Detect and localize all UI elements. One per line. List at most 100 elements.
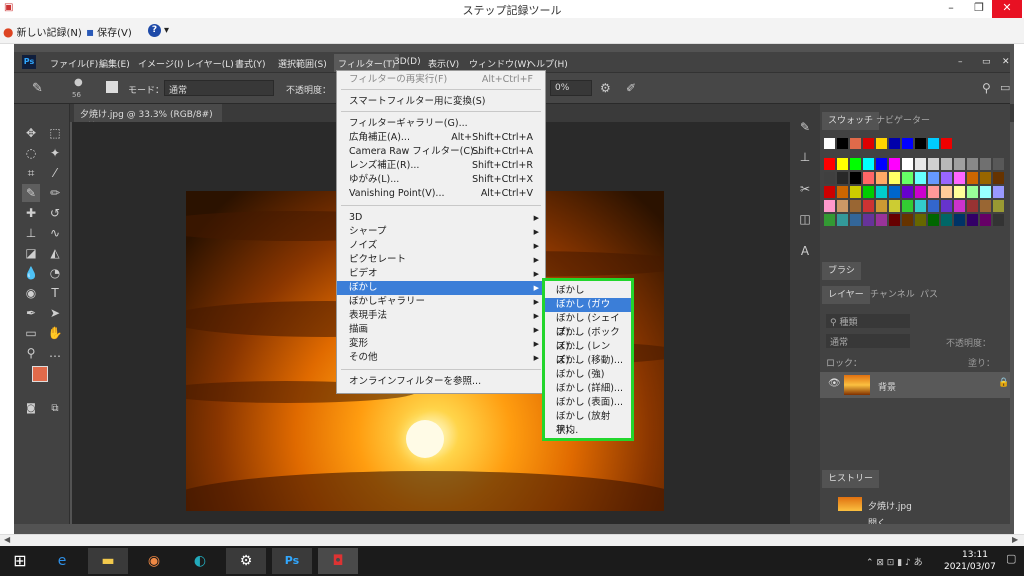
swatch[interactable] [915, 172, 926, 184]
minimize-button[interactable]: – [936, 0, 966, 18]
swatch[interactable] [889, 186, 900, 198]
filter-item-gallery[interactable]: フィルターギャラリー(G)... [337, 117, 545, 131]
swatch[interactable] [954, 158, 965, 170]
type-tool-icon[interactable]: T [46, 284, 64, 302]
filter-item-other[interactable]: その他 ▶ [337, 351, 545, 365]
file-explorer-icon[interactable]: ▬ [88, 548, 128, 574]
lasso-tool-icon[interactable]: ◌ [22, 144, 40, 162]
swatch[interactable] [850, 172, 861, 184]
swatch[interactable] [824, 138, 835, 149]
crop-tool-icon[interactable]: ⌗ [22, 164, 40, 182]
notification-icon[interactable]: ▢ [1006, 552, 1016, 565]
swatch[interactable] [824, 200, 835, 212]
blur-item-average[interactable]: 平均 [545, 424, 631, 438]
swatch[interactable] [837, 186, 848, 198]
filter-item-stylize[interactable]: 表現手法 ▶ [337, 309, 545, 323]
swatch[interactable] [863, 186, 874, 198]
swatch[interactable] [967, 172, 978, 184]
help-button[interactable]: ? ▾ [148, 24, 169, 37]
sponge-tool-icon[interactable]: ◉ [22, 284, 40, 302]
windows-start-icon[interactable]: ⊞ [0, 548, 40, 574]
edge-icon[interactable]: ◐ [180, 548, 220, 574]
swatch[interactable] [876, 158, 887, 170]
swatch[interactable] [889, 200, 900, 212]
swatch[interactable] [941, 158, 952, 170]
filter-item-video[interactable]: ビデオ ▶ [337, 267, 545, 281]
tab-channels[interactable]: チャンネル [864, 286, 921, 304]
tab-navigator[interactable]: ナビゲーター [870, 112, 936, 130]
clone-source-icon[interactable]: ⊥ [796, 148, 814, 166]
tab-layers[interactable]: レイヤー [822, 286, 870, 304]
menu-file[interactable]: ファイル(F) [50, 57, 98, 70]
swatch[interactable] [928, 186, 939, 198]
filter-item-sharpen[interactable]: シャープ ▶ [337, 225, 545, 239]
swatch[interactable] [850, 200, 861, 212]
swatch[interactable] [928, 172, 939, 184]
swatch[interactable] [902, 186, 913, 198]
swatch[interactable] [915, 158, 926, 170]
tab-paths[interactable]: パス [914, 286, 944, 304]
menu-window[interactable]: ウィンドウ(W) [469, 57, 530, 70]
ps-close-button[interactable]: ✕ [1002, 57, 1010, 67]
swatch[interactable] [889, 214, 900, 226]
menu-3d[interactable]: 3D(D) [394, 57, 421, 67]
blur-item-motion[interactable]: ぼかし (移動)... [545, 354, 631, 368]
swatch[interactable] [954, 172, 965, 184]
swatch[interactable] [876, 200, 887, 212]
swatch[interactable] [928, 158, 939, 170]
swatch[interactable] [915, 200, 926, 212]
pen-tool-icon[interactable]: ✒ [22, 304, 40, 322]
blur-item-shape[interactable]: ぼかし (シェイプ)... [545, 312, 631, 338]
swatch[interactable] [863, 138, 874, 149]
swatch[interactable] [980, 214, 991, 226]
swatch[interactable] [941, 138, 952, 149]
blur-item-radial[interactable]: ぼかし (放射状)... [545, 410, 631, 436]
menu-layer[interactable]: レイヤー(L) [186, 57, 234, 70]
quick-select-tool-icon[interactable]: ✦ [46, 144, 64, 162]
eraser-tool-icon[interactable]: ◪ [22, 244, 40, 262]
swatch[interactable] [915, 214, 926, 226]
swatch[interactable] [876, 186, 887, 198]
brush-tool-icon[interactable]: ✎ [22, 184, 40, 202]
scroll-left-icon[interactable]: ◀ [4, 535, 10, 544]
filter-item-lens-correction[interactable]: レンズ補正(R)... Shift+Ctrl+R [337, 159, 545, 173]
save-button[interactable]: ▪ 保存(V) [86, 24, 132, 40]
close-button[interactable]: ✕ [992, 0, 1022, 18]
history-open-row[interactable]: 開く [820, 516, 1010, 524]
horizontal-scrollbar[interactable]: ◀ ▶ [0, 534, 1024, 546]
search-icon[interactable]: ⚲ [982, 81, 991, 95]
swatch[interactable] [889, 172, 900, 184]
swatch-grid[interactable] [822, 136, 1008, 244]
swatch[interactable] [941, 214, 952, 226]
photoshop-taskbar-icon[interactable]: Ps [272, 548, 312, 574]
shape-tool-icon[interactable]: ▭ [22, 324, 40, 342]
blur-item-smart[interactable]: ぼかし (詳細)... [545, 382, 631, 396]
swatch[interactable] [850, 138, 861, 149]
filter-item-3d[interactable]: 3D ▶ [337, 211, 545, 225]
menu-edit[interactable]: 編集(E) [99, 57, 130, 70]
swatch[interactable] [980, 158, 991, 170]
screen-mode-icon[interactable]: ⧉ [46, 400, 64, 418]
swatch[interactable] [902, 172, 913, 184]
filter-item-browse-online[interactable]: オンラインフィルターを参照... [337, 375, 545, 389]
swatch[interactable] [889, 138, 900, 149]
workspace-icon[interactable]: ▭ [1000, 81, 1010, 94]
ps-minimize-button[interactable]: – [958, 57, 963, 67]
swatch[interactable] [941, 200, 952, 212]
filter-item-vanishing-point[interactable]: Vanishing Point(V)... Alt+Ctrl+V [337, 187, 545, 201]
swatch[interactable] [980, 186, 991, 198]
internet-explorer-icon[interactable]: e [42, 548, 82, 574]
properties-icon[interactable]: ◫ [796, 210, 814, 228]
maximize-button[interactable]: ❐ [964, 0, 994, 18]
swatch[interactable] [863, 158, 874, 170]
swatch[interactable] [993, 186, 1004, 198]
swatch[interactable] [850, 214, 861, 226]
eye-icon[interactable]: 👁 [828, 378, 841, 389]
swatch[interactable] [863, 172, 874, 184]
filter-item-blur-gallery[interactable]: ぼかしギャラリー ▶ [337, 295, 545, 309]
swatch[interactable] [967, 200, 978, 212]
tool-presets-icon[interactable]: ✂ [796, 180, 814, 198]
smudge-tool-icon[interactable]: ∿ [46, 224, 64, 242]
more-tools-icon[interactable]: … [46, 344, 64, 362]
paint-bucket-tool-icon[interactable]: ◭ [46, 244, 64, 262]
